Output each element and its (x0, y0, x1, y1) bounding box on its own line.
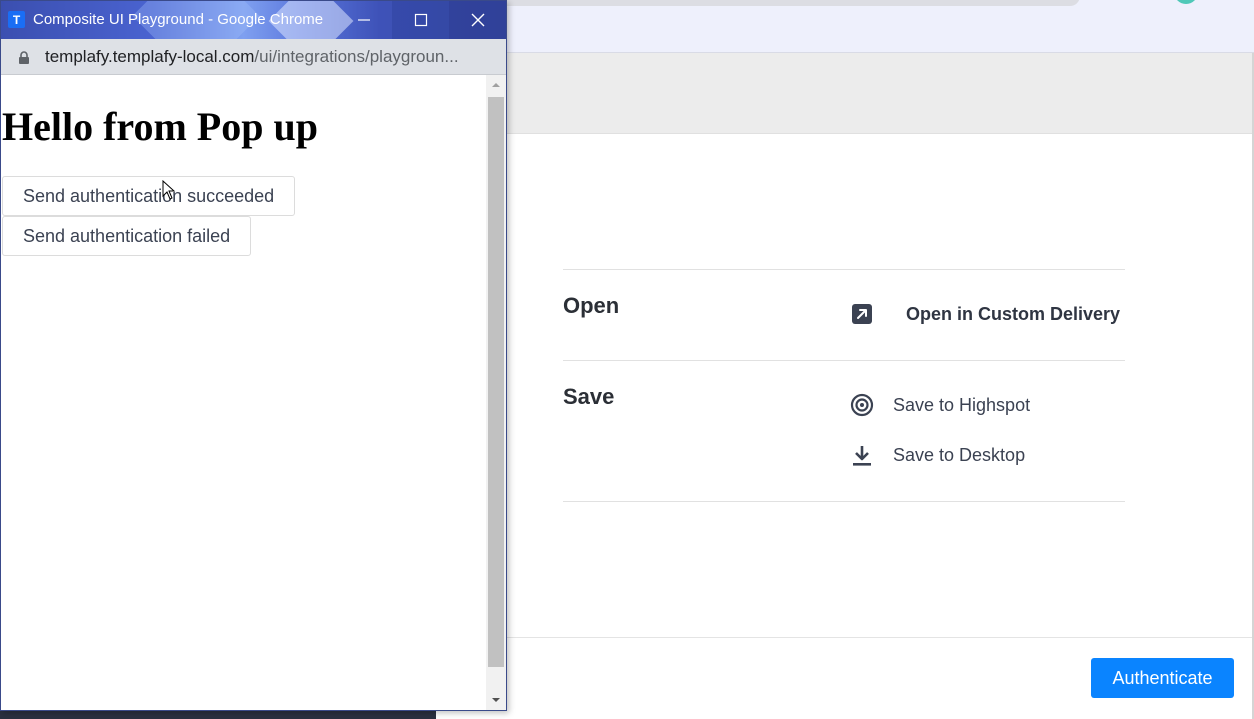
external-link-icon (848, 300, 876, 328)
scroll-down-arrow[interactable] (486, 690, 506, 710)
vertical-scrollbar[interactable] (486, 75, 506, 710)
scroll-up-arrow[interactable] (486, 75, 506, 95)
popup-title-bar[interactable]: T Composite UI Playground - Google Chrom… (1, 1, 506, 39)
highspot-icon (848, 391, 876, 419)
send-auth-failed-button[interactable]: Send authentication failed (2, 216, 252, 256)
minimize-button[interactable] (335, 1, 392, 39)
minimize-icon (357, 19, 370, 21)
close-icon (471, 13, 484, 27)
lock-icon (19, 51, 29, 64)
url-host: templafy.templafy-local.com (45, 47, 255, 66)
save-section-title: Save (563, 384, 615, 409)
address-bar[interactable]: templafy.templafy-local.com/ui/integrati… (1, 39, 506, 75)
mouse-cursor-icon (162, 180, 176, 200)
window-title: Composite UI Playground - Google Chrome (33, 11, 324, 28)
scroll-thumb[interactable] (488, 97, 504, 667)
divider (563, 360, 1125, 361)
divider (563, 501, 1125, 502)
send-auth-succeeded-button[interactable]: Send authentication succeeded (2, 176, 296, 216)
popup-page: Hello from Pop up Send authentication su… (1, 75, 486, 710)
avatar[interactable] (1174, 0, 1198, 4)
download-icon (848, 441, 876, 469)
chevron-up-icon (492, 83, 500, 87)
popup-window: T Composite UI Playground - Google Chrom… (0, 0, 507, 711)
divider (563, 269, 1125, 270)
save-to-highspot-label: Save to Highspot (893, 394, 1031, 415)
save-to-desktop-button[interactable]: Save to Desktop (848, 440, 1025, 470)
save-to-highspot-button[interactable]: Save to Highspot (848, 390, 1030, 420)
maximize-button[interactable] (392, 1, 449, 39)
url-text: templafy.templafy-local.com/ui/integrati… (45, 47, 459, 67)
save-to-desktop-label: Save to Desktop (893, 444, 1026, 465)
page-heading: Hello from Pop up (2, 104, 318, 149)
url-path: /ui/integrations/playgroun... (254, 47, 459, 66)
templafy-app-icon: T (8, 11, 25, 28)
chevron-down-icon (492, 698, 500, 702)
omnibox[interactable] (490, 0, 1080, 6)
open-in-custom-delivery-label: Open in Custom Delivery (906, 303, 1121, 324)
close-button[interactable] (449, 1, 506, 39)
maximize-icon (414, 13, 427, 27)
open-section-title: Open (563, 293, 620, 318)
authenticate-button[interactable]: Authenticate (1091, 658, 1234, 698)
open-in-custom-delivery-button[interactable]: Open in Custom Delivery (848, 299, 1120, 329)
